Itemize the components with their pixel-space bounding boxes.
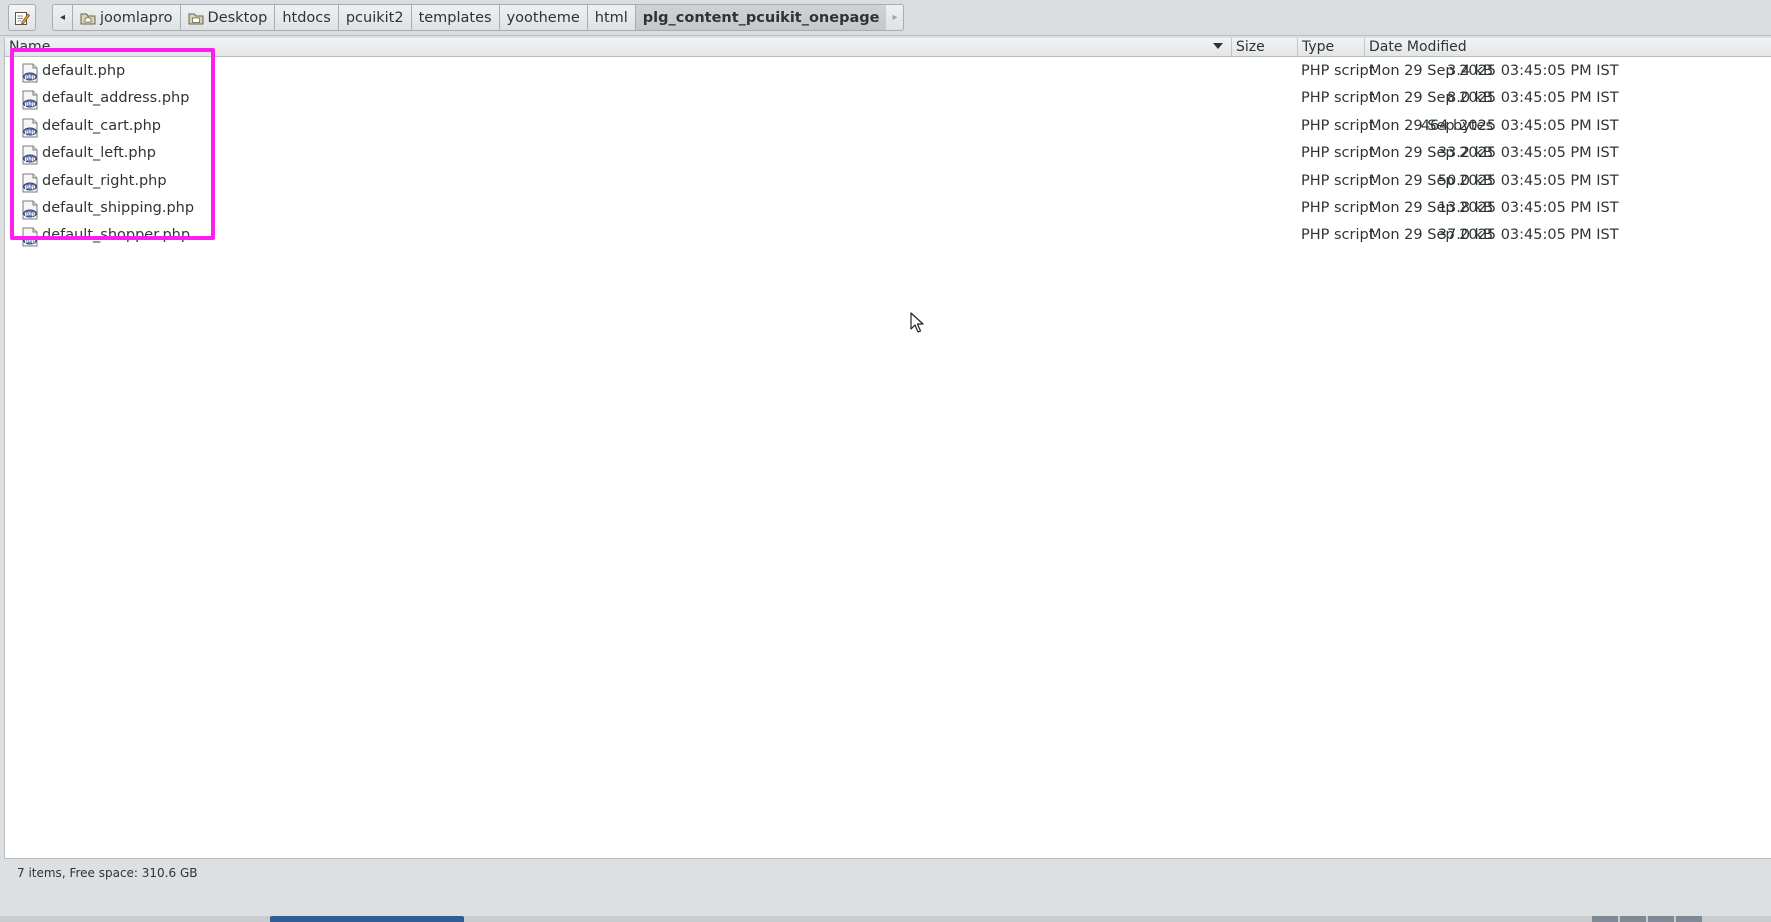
file-date-modified: Mon 29 Sep 2025 03:45:05 PM IST (1369, 63, 1619, 79)
file-row[interactable]: php default_cart.php 464 bytes PHP script Mo… (5, 114, 1771, 141)
file-type: PHP script (1301, 117, 1375, 134)
column-header-name-label: Name (9, 39, 51, 55)
path-bar: ◂ joomlapro Desktop htdocs pcuikit2 template… (52, 4, 905, 31)
file-list-view[interactable]: Name Size Type Date Modified php default.… (4, 38, 1771, 859)
breadcrumb-label: Desktop (207, 9, 268, 26)
sort-descending-icon (1213, 43, 1223, 49)
breadcrumb-label: html (594, 9, 628, 26)
breadcrumb-label: joomlapro (100, 9, 173, 26)
breadcrumb-templates[interactable]: templates (410, 4, 499, 31)
taskbar-tray-button[interactable] (1592, 916, 1618, 922)
file-date-modified: Mon 29 Sep 2025 03:45:05 PM IST (1369, 227, 1619, 244)
column-header-date-label: Date Modified (1369, 39, 1467, 55)
column-header-type[interactable]: Type (1298, 38, 1365, 56)
breadcrumb-desktop[interactable]: Desktop (179, 4, 275, 31)
file-name: default_cart.php (42, 117, 161, 134)
svg-text:php: php (25, 156, 36, 162)
breadcrumb-label: templates (418, 9, 492, 26)
file-name: default_right.php (42, 172, 167, 189)
svg-text:php: php (25, 102, 36, 108)
php-file-icon: php (21, 227, 39, 247)
file-row[interactable]: php default_shopper.php 37.0 kB PHP script M… (5, 223, 1771, 250)
status-bar (0, 860, 1771, 922)
breadcrumb-joomlapro[interactable]: joomlapro (72, 4, 180, 31)
file-date-modified: Mon 29 Sep 2025 03:45:05 PM IST (1369, 172, 1619, 189)
breadcrumb-label: yootheme (506, 9, 580, 26)
taskbar-tray-button[interactable] (1676, 916, 1702, 922)
status-text: 7 items, Free space: 310.6 GB (17, 866, 198, 880)
file-date-modified: Mon 29 Sep 2025 03:45:05 PM IST (1369, 90, 1619, 107)
breadcrumb-html[interactable]: html (586, 4, 635, 31)
taskbar (0, 916, 1771, 922)
file-date-modified: Mon 29 Sep 2025 03:45:05 PM IST (1369, 145, 1619, 162)
mouse-pointer-icon (910, 312, 924, 333)
file-row[interactable]: php default_right.php 50.0 kB PHP script Mon… (5, 169, 1771, 196)
file-type: PHP script (1301, 199, 1375, 216)
taskbar-active-window-button[interactable] (270, 916, 464, 922)
file-name: default.php (42, 63, 126, 79)
file-date-modified: Mon 29 Sep 2025 03:45:05 PM IST (1369, 199, 1619, 216)
php-file-icon: php (21, 90, 39, 110)
file-type: PHP script (1301, 145, 1375, 162)
edit-location-icon (15, 11, 30, 25)
svg-text:php: php (25, 74, 36, 80)
breadcrumb-pcuikit2[interactable]: pcuikit2 (337, 4, 411, 31)
breadcrumb-label: htdocs (282, 9, 331, 26)
breadcrumb-label: pcuikit2 (345, 9, 404, 26)
file-row[interactable]: php default_left.php 33.2 kB PHP script Mon … (5, 141, 1771, 168)
chevron-left-icon: ◂ (59, 12, 66, 23)
taskbar-tray-button[interactable] (1620, 916, 1646, 922)
file-date-modified: Mon 29 Sep 2025 03:45:05 PM IST (1369, 117, 1619, 134)
location-toolbar: ◂ joomlapro Desktop htdocs pcuikit2 template… (0, 0, 1771, 36)
file-name: default_shopper.php (42, 227, 191, 244)
taskbar-tray-button[interactable] (1648, 916, 1674, 922)
svg-text:php: php (25, 184, 36, 190)
file-rows: php default.php 3.4 kB PHP script Mon 29 Sep… (5, 59, 1771, 251)
file-type: PHP script (1301, 63, 1375, 79)
path-scroll-left-button[interactable]: ◂ (52, 4, 72, 31)
file-name: default_left.php (42, 145, 156, 162)
php-file-icon: php (21, 118, 39, 138)
svg-text:php: php (25, 129, 36, 135)
edit-location-button[interactable] (8, 4, 36, 31)
file-type: PHP script (1301, 227, 1375, 244)
column-header-size[interactable]: Size (1232, 38, 1298, 56)
svg-text:php: php (25, 239, 36, 245)
file-name: default_shipping.php (42, 199, 195, 216)
chevron-right-icon: ▸ (892, 12, 898, 23)
breadcrumb-htdocs[interactable]: htdocs (274, 4, 338, 31)
breadcrumb-yootheme[interactable]: yootheme (498, 4, 587, 31)
svg-text:php: php (25, 211, 36, 217)
file-type: PHP script (1301, 90, 1375, 107)
desktop-folder-icon (188, 11, 204, 25)
file-type: PHP script (1301, 172, 1375, 189)
php-file-icon: php (21, 173, 39, 193)
home-folder-icon (80, 11, 96, 25)
php-file-icon: php (21, 145, 39, 165)
file-row[interactable]: php default.php 3.4 kB PHP script Mon 29 Sep… (5, 59, 1771, 86)
breadcrumb-plg-content-pcuikit-onepage[interactable]: plg_content_pcuikit_onepage (634, 4, 887, 31)
file-name: default_address.php (42, 90, 190, 107)
column-header-name[interactable]: Name (5, 38, 1232, 56)
path-scroll-right-button[interactable]: ▸ (886, 4, 905, 31)
column-header-bar: Name Size Type Date Modified (5, 38, 1771, 57)
column-header-date[interactable]: Date Modified (1365, 38, 1771, 56)
column-header-size-label: Size (1236, 39, 1265, 55)
php-file-icon: php (21, 63, 39, 83)
file-row[interactable]: php default_shipping.php 13.8 kB PHP script… (5, 196, 1771, 223)
breadcrumb-label: plg_content_pcuikit_onepage (642, 9, 880, 26)
column-header-type-label: Type (1302, 39, 1335, 55)
php-file-icon: php (21, 200, 39, 220)
file-row[interactable]: php default_address.php 8.0 kB PHP script Mo… (5, 86, 1771, 113)
